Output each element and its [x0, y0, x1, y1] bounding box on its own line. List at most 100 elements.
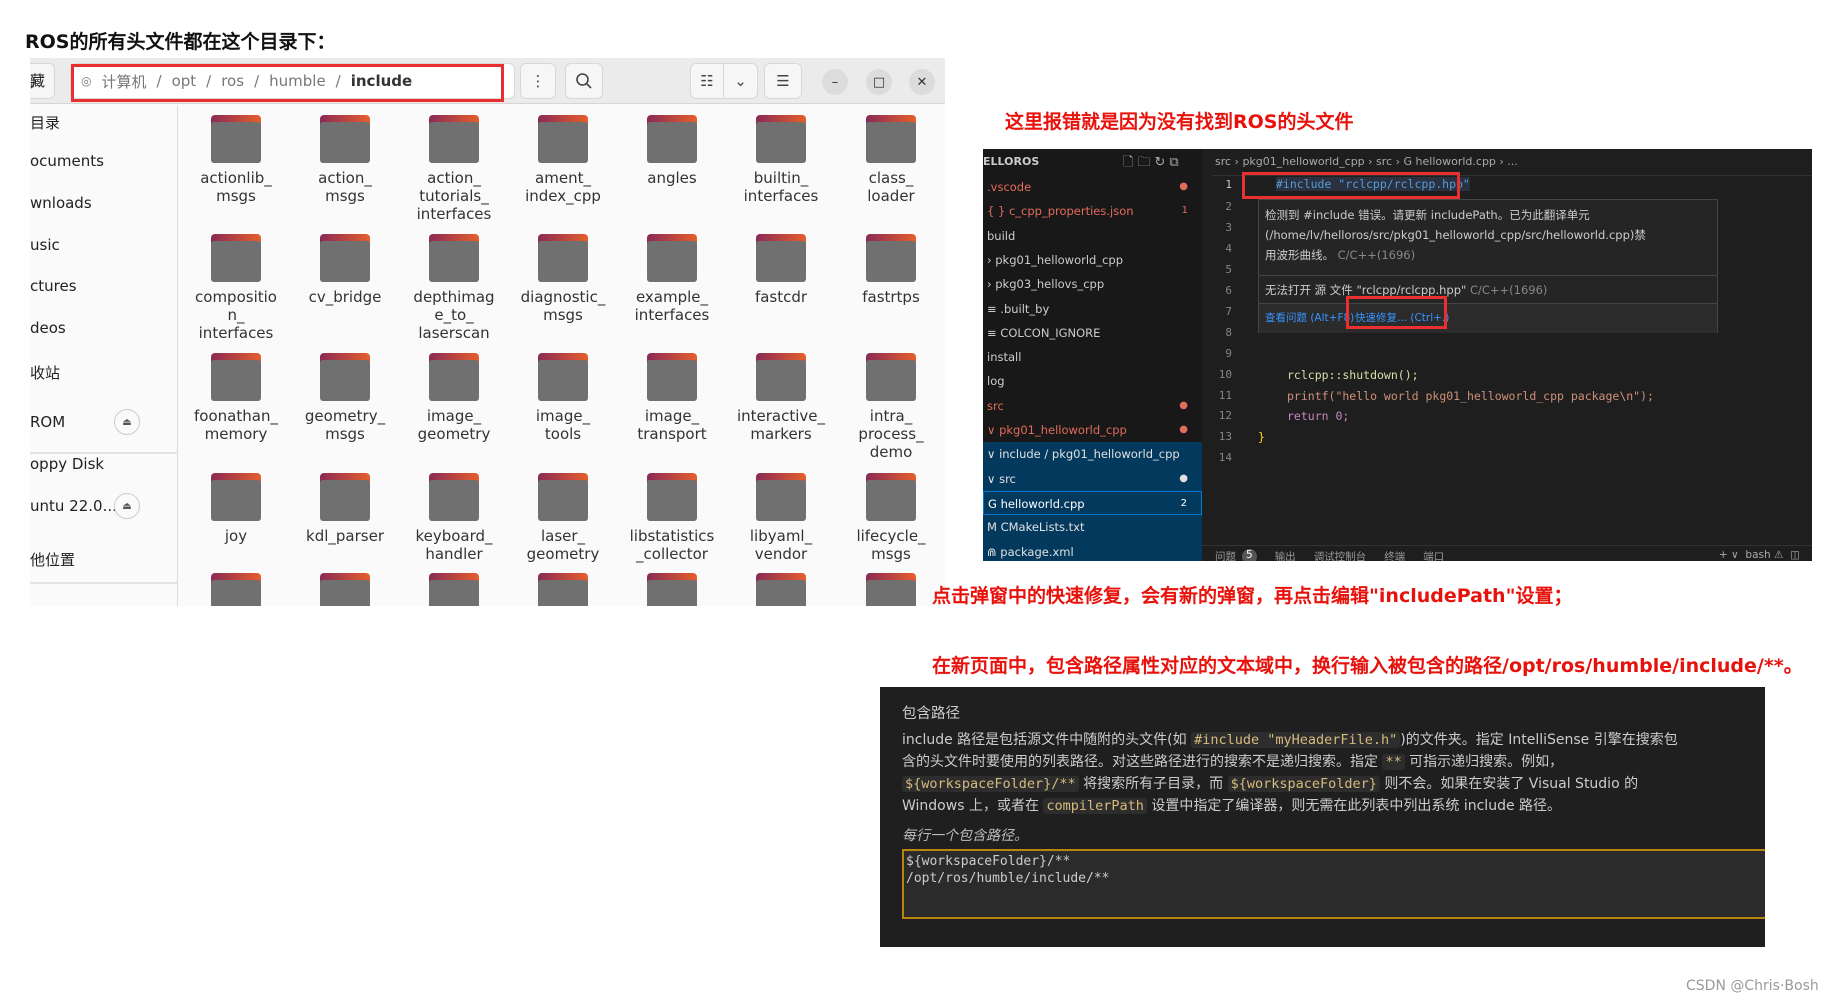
folder-item[interactable]: depthimag e_to_ laserscan [400, 234, 508, 342]
view-problem-link[interactable]: 查看问题 (Alt+F8) [1265, 310, 1354, 325]
folder-item[interactable]: joy [182, 473, 290, 545]
new-file-icon[interactable]: 🗋 [1123, 155, 1137, 170]
folder-item[interactable]: interactive_ markers [727, 353, 835, 443]
folder-item[interactable] [727, 573, 835, 606]
folder-item[interactable]: fastrtps [837, 234, 945, 306]
sidebar-item[interactable]: untu 22.0... [30, 497, 117, 515]
folder-item[interactable]: action_ tutorials_ interfaces [400, 115, 508, 223]
folder-item[interactable]: image_ transport [618, 353, 726, 443]
panel-actions[interactable]: + ∨ bash ⚠ ◫ [1719, 549, 1800, 561]
sidebar-item[interactable]: deos [30, 319, 66, 337]
search-button[interactable] [565, 63, 603, 99]
explorer-item-label: G helloworld.cpp [988, 496, 1085, 511]
page-heading: ROS的所有头文件都在这个目录下： [25, 31, 336, 53]
line-number: 10 [1218, 368, 1232, 381]
refresh-icon[interactable]: ↻ [1154, 155, 1169, 170]
collapse-icon[interactable]: ⧉ [1169, 155, 1182, 170]
close-button[interactable]: ✕ [909, 69, 935, 95]
sidebar-item[interactable]: 目录 [30, 112, 60, 133]
panel-tab[interactable]: 终端 [1384, 549, 1405, 561]
code-line-11[interactable]: printf("hello world pkg01_helloworld_cpp… [1287, 389, 1654, 403]
explorer-item[interactable]: ≡ .built_by [983, 297, 1202, 321]
sidebar-item[interactable]: wnloads [30, 194, 92, 212]
folder-item[interactable]: angles [618, 115, 726, 187]
panel-tab[interactable]: 调试控制台 [1314, 549, 1367, 561]
explorer-item[interactable]: src ● [983, 394, 1202, 418]
include-path-textarea[interactable]: ${workspaceFolder}/** /opt/ros/humble/in… [902, 849, 1765, 919]
explorer-item[interactable]: build [983, 224, 1202, 248]
explorer-item[interactable]: › pkg03_hellovs_cpp [983, 272, 1202, 296]
sidebar-item[interactable]: ctures [30, 277, 77, 295]
explorer-item[interactable]: install [983, 345, 1202, 369]
folder-icon [647, 353, 697, 401]
folder-item[interactable]: example_ interfaces [618, 234, 726, 324]
explorer-item[interactable]: ⋒ package.xml [983, 540, 1202, 562]
panel-tab[interactable]: 端口 [1423, 549, 1444, 561]
folder-item[interactable] [837, 573, 945, 606]
explorer-item[interactable]: › pkg01_helloworld_cpp [983, 248, 1202, 272]
folder-item[interactable]: keyboard_ handler [400, 473, 508, 563]
folder-label: fastcdr [754, 288, 808, 306]
folder-item[interactable]: class_ loader [837, 115, 945, 205]
folder-item[interactable]: geometry_ msgs [291, 353, 399, 443]
folder-item[interactable]: libyaml_ vendor [727, 473, 835, 563]
sidebar-item[interactable]: 收站 [30, 362, 60, 383]
breadcrumb[interactable]: src › pkg01_helloworld_cpp › src › G hel… [1215, 155, 1518, 168]
folder-item[interactable]: actionlib_ msgs [182, 115, 290, 205]
explorer-item[interactable]: { } c_cpp_properties.json 1 [983, 199, 1202, 223]
explorer-item[interactable]: ∨ pkg01_helloworld_cpp ● [983, 418, 1202, 442]
sidebar-item[interactable]: 他位置 [30, 549, 75, 570]
sidebar-item[interactable]: 藏 [30, 70, 45, 91]
folder-item[interactable]: builtin_ interfaces [727, 115, 835, 205]
folder-item[interactable]: image_ geometry [400, 353, 508, 443]
explorer-item[interactable]: .vscode ● [983, 175, 1202, 199]
folder-item[interactable]: compositio n_ interfaces [182, 234, 290, 342]
folder-item[interactable]: ament_ index_cpp [509, 115, 617, 205]
folder-item[interactable]: cv_bridge [291, 234, 399, 306]
eject-icon[interactable]: ⏏ [114, 409, 140, 435]
sidebar-item[interactable]: ROM [30, 413, 65, 431]
maximize-button[interactable]: □ [866, 69, 892, 95]
explorer-item[interactable]: G helloworld.cpp 2 [983, 490, 1202, 515]
explorer-item[interactable]: ∨ include / pkg01_helloworld_cpp [983, 442, 1202, 466]
folder-item[interactable] [400, 573, 508, 606]
line-number: 14 [1218, 451, 1232, 464]
panel-tab[interactable]: 问题 [1215, 549, 1236, 561]
panel-tab[interactable]: 输出 [1275, 549, 1296, 561]
folder-item[interactable] [291, 573, 399, 606]
explorer-item[interactable]: ∨ src ● [983, 467, 1202, 491]
hover-msg1-line1: 检测到 #include 错误。请更新 includePath。已为此翻译单元 [1265, 208, 1590, 222]
folder-item[interactable]: foonathan_ memory [182, 353, 290, 443]
sidebar-item[interactable]: ocuments [30, 152, 104, 170]
list-view-button[interactable]: ☷ [690, 63, 724, 99]
folder-item[interactable]: kdl_parser [291, 473, 399, 545]
view-options-dropdown[interactable]: ⌄ [723, 63, 758, 99]
folder-label: kdl_parser [306, 527, 384, 545]
folder-item[interactable] [182, 573, 290, 606]
folder-item[interactable]: fastcdr [727, 234, 835, 306]
vscode-window: ELLOROS 🗋🗀↻⧉ .vscode ● { } c_cpp_propertie… [983, 149, 1812, 561]
explorer-item[interactable]: log [983, 369, 1202, 393]
sidebar-item[interactable]: oppy Disk [30, 455, 104, 473]
folder-item[interactable] [509, 573, 617, 606]
folder-item[interactable]: action_ msgs [291, 115, 399, 205]
eject-icon[interactable]: ⏏ [114, 493, 140, 519]
folder-item[interactable]: intra_ process_ demo [837, 353, 945, 461]
folder-item[interactable]: laser_ geometry [509, 473, 617, 563]
code-line-12[interactable]: return 0; [1287, 409, 1349, 423]
explorer-item[interactable]: ≡ COLCON_IGNORE [983, 321, 1202, 345]
explorer-item[interactable]: M CMakeLists.txt [983, 515, 1202, 539]
new-folder-icon[interactable]: 🗀 [1137, 155, 1154, 170]
folder-item[interactable]: diagnostic_ msgs [509, 234, 617, 324]
code-line-10[interactable]: rclcpp::shutdown(); [1287, 368, 1419, 382]
main-menu-button[interactable]: ☰ [764, 63, 802, 99]
code-line-13[interactable]: } [1258, 430, 1265, 444]
menu-button[interactable]: ⋮ [520, 63, 556, 99]
sidebar-item[interactable]: usic [30, 236, 60, 254]
folder-item[interactable]: libstatistics _collector [618, 473, 726, 563]
minimize-button[interactable]: – [822, 69, 848, 95]
folder-item[interactable]: lifecycle_ msgs [837, 473, 945, 563]
explorer-actions[interactable]: 🗋🗀↻⧉ [1123, 153, 1183, 175]
folder-item[interactable] [618, 573, 726, 606]
folder-item[interactable]: image_ tools [509, 353, 617, 443]
